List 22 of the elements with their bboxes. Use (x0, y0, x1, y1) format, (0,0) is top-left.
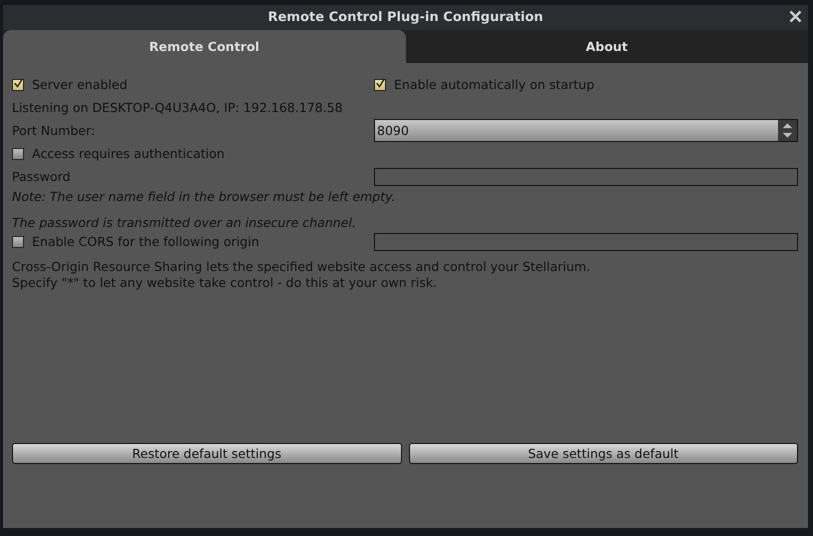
origin-field[interactable] (374, 232, 798, 250)
tab[interactable]: Remote Control (3, 30, 406, 63)
checkbox-label: Enable automatically on startup (394, 77, 594, 92)
port-label: Port Number: (12, 123, 95, 138)
note-text: The password is transmitted over an insecure channel. (12, 215, 356, 230)
cors-description: Specify "*" to let any website take control - do this at your own risk. (12, 275, 438, 291)
checkbox-label: Server enabled (32, 77, 128, 92)
note-text: Note: The user name field in the browser must be left empty. (12, 189, 396, 204)
checkbox[interactable] (374, 78, 386, 90)
cors-description: Cross-Origin Resource Sharing lets the specified website access and control your Stellarium. (12, 259, 592, 275)
password-label: Password (12, 169, 70, 184)
checkbox-label: Enable CORS for the following origin (32, 234, 260, 249)
checkbox-label: Access requires authentication (32, 146, 225, 161)
action-button[interactable]: Restore default settings (12, 443, 402, 464)
checkbox[interactable] (12, 148, 24, 160)
window-title: Remote Control Plug-in Configuration (268, 10, 544, 25)
listening-address: Listening on DESKTOP-Q4U3A4O, IP: 192.168.178.58 (12, 100, 343, 115)
close-icon[interactable] (789, 10, 802, 23)
action-button[interactable]: Save settings as default (408, 443, 798, 464)
password-field[interactable] (374, 168, 798, 186)
checkbox[interactable] (12, 78, 24, 90)
checkbox[interactable] (12, 236, 24, 248)
